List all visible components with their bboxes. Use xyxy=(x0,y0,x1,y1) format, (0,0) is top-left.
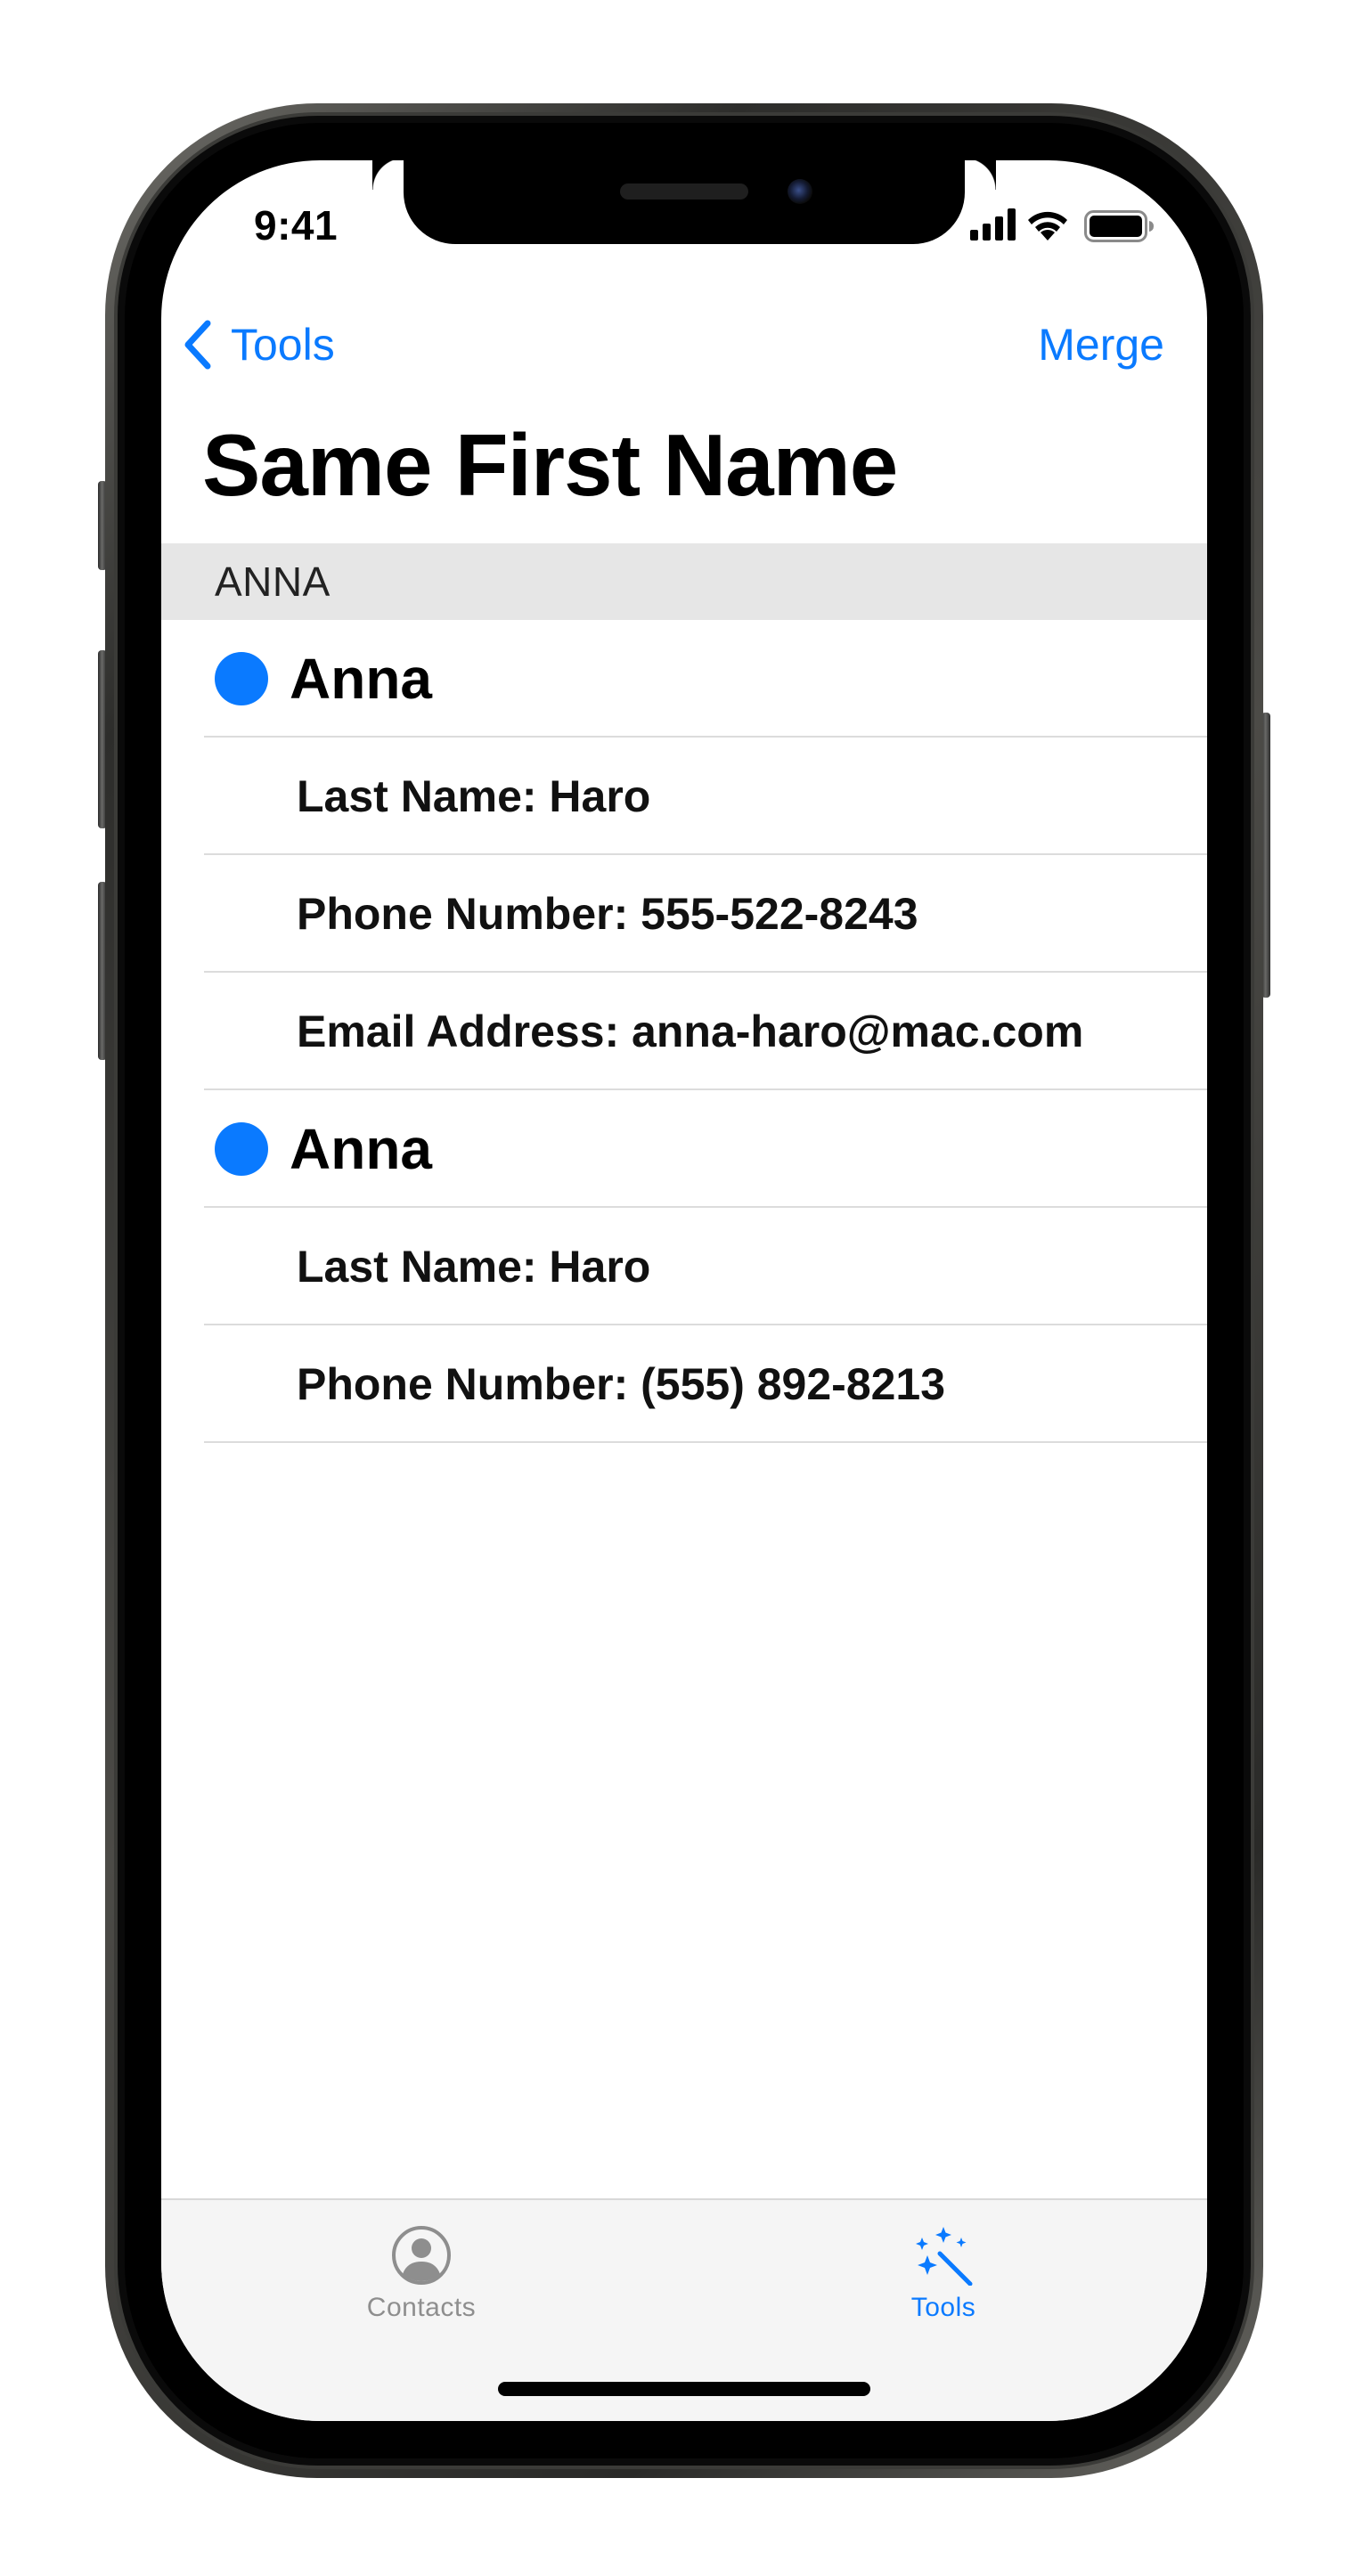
back-button[interactable]: Tools xyxy=(181,314,335,376)
home-indicator[interactable] xyxy=(498,2382,870,2396)
contact-row[interactable]: Anna xyxy=(161,620,1207,738)
chevron-left-icon xyxy=(184,320,211,370)
tab-tools[interactable]: Tools xyxy=(810,2200,1077,2334)
status-time: 9:41 xyxy=(254,202,339,249)
contact-phone: Phone Number: 555-522-8243 xyxy=(297,889,918,939)
contact-detail-row: Phone Number: 555-522-8243 xyxy=(161,855,1207,973)
section-header: ANNA xyxy=(161,543,1207,620)
duplicate-contacts-list: Anna Last Name: Haro Phone Number: 555-5… xyxy=(161,620,1207,1443)
tab-tools-label: Tools xyxy=(910,2293,976,2322)
contact-name: Anna xyxy=(290,1117,432,1181)
tab-contacts-label: Contacts xyxy=(366,2293,477,2322)
earpiece-speaker xyxy=(620,183,748,200)
screen: 9:41 Tools Merge Same First Name ANNA An… xyxy=(161,160,1207,2421)
magic-wand-icon xyxy=(916,2227,973,2286)
wifi-icon xyxy=(1028,211,1067,240)
cellular-signal-icon xyxy=(970,208,1016,240)
selection-dot-icon[interactable] xyxy=(215,652,268,705)
selection-dot-icon[interactable] xyxy=(215,1122,268,1176)
person-circle-icon xyxy=(392,2226,451,2285)
page-title: Same First Name xyxy=(202,416,898,514)
battery-icon xyxy=(1084,210,1154,242)
status-icons xyxy=(970,208,1166,244)
contact-phone: Phone Number: (555) 892-8213 xyxy=(297,1359,946,1409)
contact-email: Email Address: anna-haro@mac.com xyxy=(297,1007,1084,1056)
contact-detail-row: Last Name: Haro xyxy=(161,738,1207,855)
contact-name: Anna xyxy=(290,647,432,711)
contact-last-name: Last Name: Haro xyxy=(297,771,651,821)
back-button-label: Tools xyxy=(231,320,335,370)
contact-last-name: Last Name: Haro xyxy=(297,1242,651,1292)
contact-detail-row: Last Name: Haro xyxy=(161,1208,1207,1325)
contact-detail-row: Phone Number: (555) 892-8213 xyxy=(161,1325,1207,1443)
merge-button[interactable]: Merge xyxy=(1038,314,1164,376)
notch xyxy=(404,160,996,244)
front-camera xyxy=(788,179,812,204)
contact-row[interactable]: Anna xyxy=(161,1090,1207,1208)
tab-contacts[interactable]: Contacts xyxy=(288,2200,555,2334)
contact-detail-row: Email Address: anna-haro@mac.com xyxy=(161,973,1207,1090)
